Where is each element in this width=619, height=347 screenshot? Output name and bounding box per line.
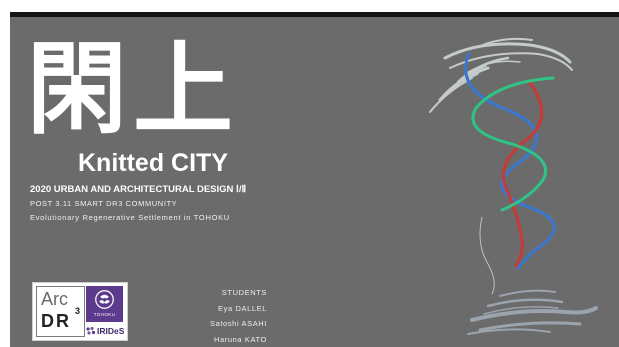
student-name: Haruna KATO (213, 334, 267, 344)
tohoku-emblem-icon (95, 290, 114, 309)
student-name: Eya DALLEL (218, 303, 267, 313)
student-name: Satoshi ASAHI (210, 319, 267, 328)
tohoku-label: TOHOKU (93, 312, 116, 317)
center-wire (479, 216, 495, 295)
irides-dots-icon (86, 326, 96, 335)
course-title: 2020 URBAN AND ARCHITECTURAL DESIGN Ⅰ/Ⅱ (30, 184, 247, 195)
lower-terrain-strands (467, 289, 598, 335)
dr-logo-superscript: 3 (75, 306, 81, 316)
arc-dr3-logo: Arc DR 3 (36, 286, 85, 337)
title-kanji: 閑上 (27, 31, 239, 148)
dr-logo-text: DR (41, 311, 71, 331)
post-line: POST 3.11 SMART DR3 COMMUNITY (30, 199, 178, 208)
top-bar (10, 12, 619, 17)
irides-label: IRIDeS (97, 326, 125, 336)
logo-panel: Arc DR 3 TOHOKU IRIDeS (32, 282, 128, 341)
students-block: STUDENTS Eya DALLEL Satoshi ASAHI Haruna… (210, 285, 267, 347)
blue-strand (464, 52, 556, 270)
presentation-slide: 閑上 Knitted CITY 2020 URBAN AND ARCHITECT… (10, 12, 619, 347)
green-strand (471, 76, 555, 212)
subtitle-knitted-city: Knitted CITY (78, 149, 228, 177)
upper-terrain-strands (429, 37, 573, 113)
students-heading: STUDENTS (221, 288, 267, 297)
evolutionary-line: Evolutionary Regenerative Settlement in … (30, 213, 230, 222)
arc-logo-text: Arc (41, 289, 68, 309)
tohoku-university-logo: TOHOKU (86, 286, 123, 322)
red-strand (501, 80, 544, 268)
